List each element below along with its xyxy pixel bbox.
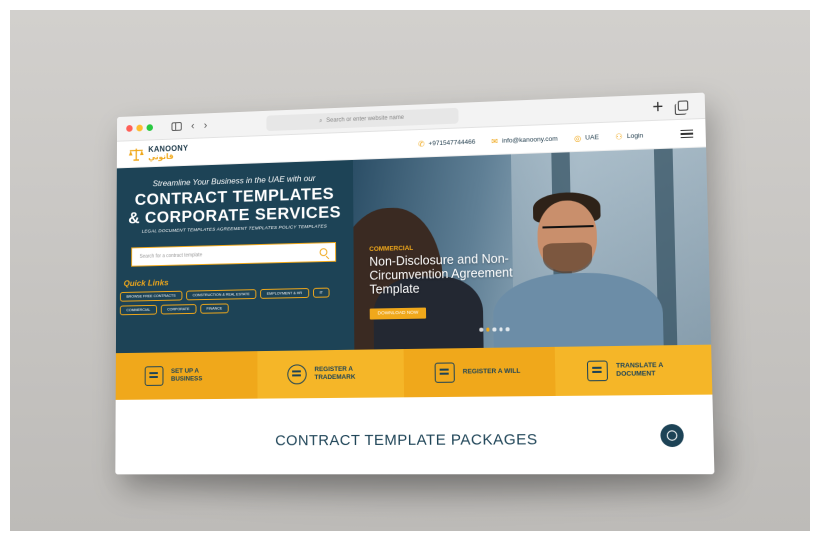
email-address: info@kanoony.com	[501, 135, 558, 145]
slide-caption: COMMERCIAL Non-Disclosure and Non-Circum…	[369, 241, 560, 320]
service-label: TRANSLATE A DOCUMENT	[615, 361, 664, 378]
services-strip: SET UP A BUSINESS REGISTER A TRADEMARK R…	[115, 344, 713, 400]
search-placeholder: Search for a contract template	[139, 252, 203, 260]
address-bar[interactable]: ⌕ Search or enter website name	[266, 107, 459, 132]
slider-dot[interactable]	[498, 327, 503, 331]
quick-links: BROWSE FREE CONTRACTS CONSTRUCTION & REA…	[119, 287, 343, 316]
quick-link-it[interactable]: IT	[312, 287, 330, 298]
browser-mockup: ‹ › ⌕ Search or enter website name + KAN…	[115, 92, 715, 475]
hero-panel: Streamline Your Business in the UAE with…	[115, 159, 355, 354]
quick-link-construction[interactable]: CONSTRUCTION & REAL ESTATE	[185, 289, 257, 301]
address-placeholder: Search or enter website name	[326, 114, 405, 124]
site-logo[interactable]: KANOONY قانوني	[128, 143, 188, 162]
template-search-input[interactable]: Search for a contract template	[131, 242, 337, 267]
service-label: REGISTER A TRADEMARK	[314, 365, 356, 382]
whatsapp-chat-button[interactable]	[660, 424, 684, 448]
menu-icon[interactable]	[680, 129, 694, 139]
mail-icon: ✉	[491, 136, 499, 146]
trademark-icon	[287, 364, 307, 385]
business-icon	[144, 366, 164, 386]
quick-link-commercial[interactable]: COMMERCIAL	[119, 304, 157, 316]
translate-icon	[586, 360, 609, 382]
logo-text-ar: قانوني	[148, 151, 174, 162]
service-label: REGISTER A WILL	[462, 367, 521, 376]
download-now-button[interactable]: DOWNLOAD NOW	[369, 307, 427, 320]
hero-section: Streamline Your Business in the UAE with…	[115, 147, 712, 354]
phone-number: +971547744466	[428, 138, 476, 147]
background-stage: ‹ › ⌕ Search or enter website name + KAN…	[10, 10, 810, 531]
header-email[interactable]: ✉ info@kanoony.com	[491, 134, 558, 145]
quick-link-browse-free[interactable]: BROWSE FREE CONTRACTS	[119, 290, 183, 302]
service-register-trademark[interactable]: REGISTER A TRADEMARK	[257, 349, 405, 399]
service-translate-document[interactable]: TRANSLATE A DOCUMENT	[554, 344, 713, 396]
slide-title: Non-Disclosure and Non-Circumvention Agr…	[369, 251, 513, 297]
quick-link-finance[interactable]: FINANCE	[199, 303, 229, 314]
hero-title: CONTRACT TEMPLATES & CORPORATE SERVICES	[128, 184, 342, 227]
tabs-overview-icon[interactable]	[677, 100, 689, 111]
slider-dot[interactable]	[505, 327, 510, 331]
quick-link-employment[interactable]: EMPLOYMENT & HR	[260, 288, 309, 299]
slider-dot-active[interactable]	[485, 327, 490, 332]
back-icon[interactable]: ‹	[191, 120, 194, 132]
packages-title: CONTRACT TEMPLATE PACKAGES	[275, 430, 538, 449]
user-icon: ⚇	[615, 131, 623, 142]
maximize-window-dot[interactable]	[146, 124, 153, 132]
nav-icons: ‹ ›	[171, 120, 207, 133]
close-window-dot[interactable]	[126, 124, 133, 132]
region-label: UAE	[585, 133, 599, 142]
service-setup-business[interactable]: SET UP A BUSINESS	[116, 351, 258, 400]
scales-icon	[128, 147, 145, 161]
whatsapp-icon	[666, 430, 678, 441]
minimize-window-dot[interactable]	[136, 124, 143, 132]
toolbar-right: +	[652, 96, 689, 117]
login-link[interactable]: ⚇ Login	[615, 131, 643, 141]
sidebar-icon[interactable]	[171, 122, 182, 132]
login-label: Login	[626, 131, 644, 140]
location-icon: ◎	[573, 133, 582, 143]
header-phone[interactable]: ✆ +971547744466	[418, 137, 475, 148]
slider-dot[interactable]	[479, 327, 483, 332]
browser-window: ‹ › ⌕ Search or enter website name + KAN…	[115, 92, 715, 475]
new-tab-plus-icon[interactable]: +	[652, 96, 663, 117]
slider-dots	[479, 327, 510, 332]
will-icon	[434, 362, 455, 383]
search-icon[interactable]	[319, 248, 328, 257]
packages-section: CONTRACT TEMPLATE PACKAGES	[115, 394, 715, 475]
slider-dot[interactable]	[492, 327, 496, 332]
service-register-will[interactable]: REGISTER A WILL	[404, 347, 556, 397]
quick-link-corporate[interactable]: CORPORATE	[160, 304, 197, 315]
region-selector[interactable]: ◎ UAE	[573, 133, 599, 143]
hero-slider[interactable]: COMMERCIAL Non-Disclosure and Non-Circum…	[352, 147, 712, 350]
phone-icon: ✆	[417, 139, 425, 149]
service-label: SET UP A BUSINESS	[170, 367, 203, 383]
man-photo-glasses	[542, 225, 594, 237]
address-search-icon: ⌕	[319, 117, 323, 124]
forward-icon[interactable]: ›	[204, 120, 207, 132]
quick-links-title: Quick Links	[123, 277, 169, 289]
